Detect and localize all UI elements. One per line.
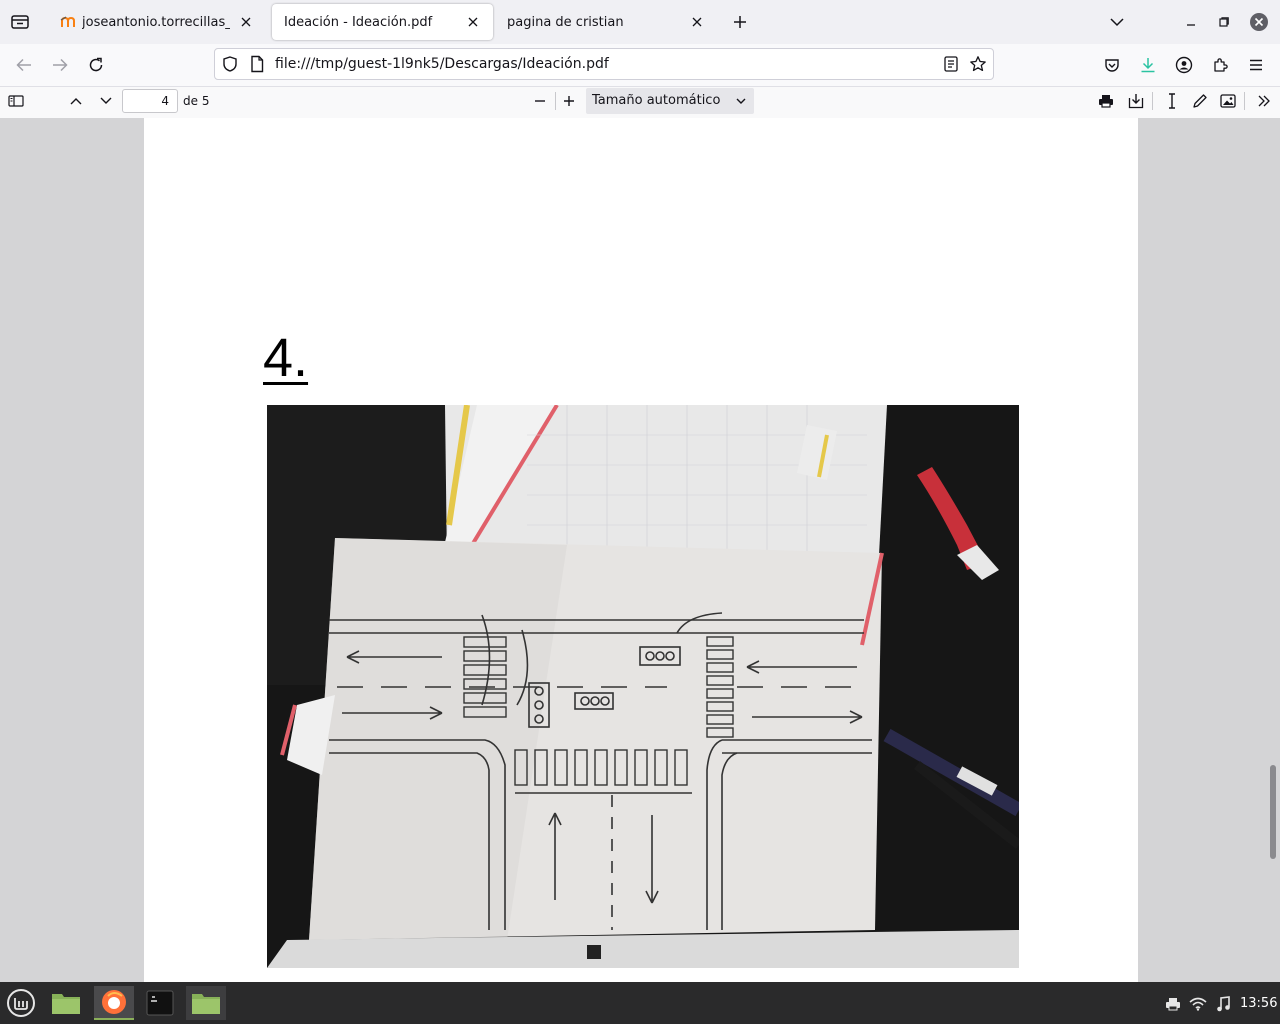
close-window-button[interactable] xyxy=(1248,11,1270,33)
toolbar-separator xyxy=(1244,92,1245,110)
tab-pagina-cristian[interactable]: pagina de cristian xyxy=(495,4,717,40)
toolbar-separator xyxy=(555,92,556,110)
toolbar-separator xyxy=(1152,92,1153,110)
text-cursor-icon[interactable] xyxy=(1160,90,1184,112)
close-icon[interactable] xyxy=(687,12,707,32)
pdf-page: 4. xyxy=(144,118,1138,982)
shield-icon[interactable] xyxy=(221,55,239,73)
reader-view-icon[interactable] xyxy=(943,55,959,73)
moodle-icon xyxy=(60,15,76,29)
page-heading: 4. xyxy=(263,328,309,388)
url-text[interactable]: file:///tmp/guest-1l9nk5/Descargas/Ideac… xyxy=(275,56,609,72)
tab-overview-icon[interactable] xyxy=(8,10,32,34)
tab-moodle[interactable]: joseantonio.torrecillas_TD_ xyxy=(48,4,266,40)
add-image-icon[interactable] xyxy=(1216,90,1240,112)
sidebar-toggle-icon[interactable] xyxy=(4,90,28,112)
tab-label: pagina de cristian xyxy=(507,14,624,30)
terminal-icon[interactable] xyxy=(140,986,180,1020)
page-icon[interactable] xyxy=(249,55,265,73)
tools-menu-double-chevron-icon[interactable] xyxy=(1252,90,1276,112)
forward-button[interactable] xyxy=(48,53,72,77)
account-icon[interactable] xyxy=(1172,53,1196,77)
downloads-icon[interactable] xyxy=(1136,53,1160,77)
mint-menu-icon[interactable] xyxy=(2,986,40,1020)
zoom-select-value: Tamaño automático xyxy=(592,93,721,108)
pdf-viewer[interactable]: 4. xyxy=(0,118,1280,982)
print-icon[interactable] xyxy=(1094,90,1118,112)
printer-tray-icon[interactable] xyxy=(1163,994,1183,1014)
pocket-icon[interactable] xyxy=(1100,53,1124,77)
zoom-select[interactable]: Tamaño automático xyxy=(586,88,754,114)
list-tabs-chevron-down-icon[interactable] xyxy=(1105,10,1129,34)
sound-music-icon[interactable] xyxy=(1213,994,1233,1014)
firefox-icon[interactable] xyxy=(94,986,134,1020)
page-number-input[interactable]: 4 xyxy=(122,89,178,113)
file-manager-folder-icon[interactable] xyxy=(46,986,86,1020)
next-page-chevron-down-icon[interactable] xyxy=(94,90,118,112)
bookmark-star-icon[interactable] xyxy=(969,55,987,73)
wifi-icon[interactable] xyxy=(1188,994,1208,1014)
zoom-out-icon[interactable] xyxy=(528,90,552,112)
sketch-photo xyxy=(267,405,1019,968)
draw-pencil-icon[interactable] xyxy=(1188,90,1212,112)
chevron-down-icon xyxy=(736,89,746,113)
save-download-icon[interactable] xyxy=(1124,90,1148,112)
clock[interactable]: 13:56 xyxy=(1240,996,1277,1011)
url-bar[interactable]: file:///tmp/guest-1l9nk5/Descargas/Ideac… xyxy=(214,48,994,80)
file-manager-window-folder-icon[interactable] xyxy=(186,986,226,1020)
back-button[interactable] xyxy=(12,53,36,77)
previous-page-chevron-up-icon[interactable] xyxy=(64,90,88,112)
tab-label: joseantonio.torrecillas_TD_ xyxy=(82,14,230,30)
tab-label: Ideación - Ideación.pdf xyxy=(284,14,433,30)
page-total-label: de 5 xyxy=(183,94,210,108)
close-icon[interactable] xyxy=(236,12,256,32)
tab-ideacion-pdf[interactable]: Ideación - Ideación.pdf xyxy=(272,4,493,40)
hamburger-menu-icon[interactable] xyxy=(1244,53,1268,77)
new-tab-button[interactable] xyxy=(728,10,752,34)
reload-button[interactable] xyxy=(84,53,108,77)
scrollbar-thumb[interactable] xyxy=(1270,765,1276,859)
close-icon[interactable] xyxy=(463,12,483,32)
maximize-button[interactable] xyxy=(1213,10,1235,34)
zoom-in-icon[interactable] xyxy=(557,90,581,112)
extensions-icon[interactable] xyxy=(1208,53,1232,77)
minimize-button[interactable] xyxy=(1180,10,1202,34)
